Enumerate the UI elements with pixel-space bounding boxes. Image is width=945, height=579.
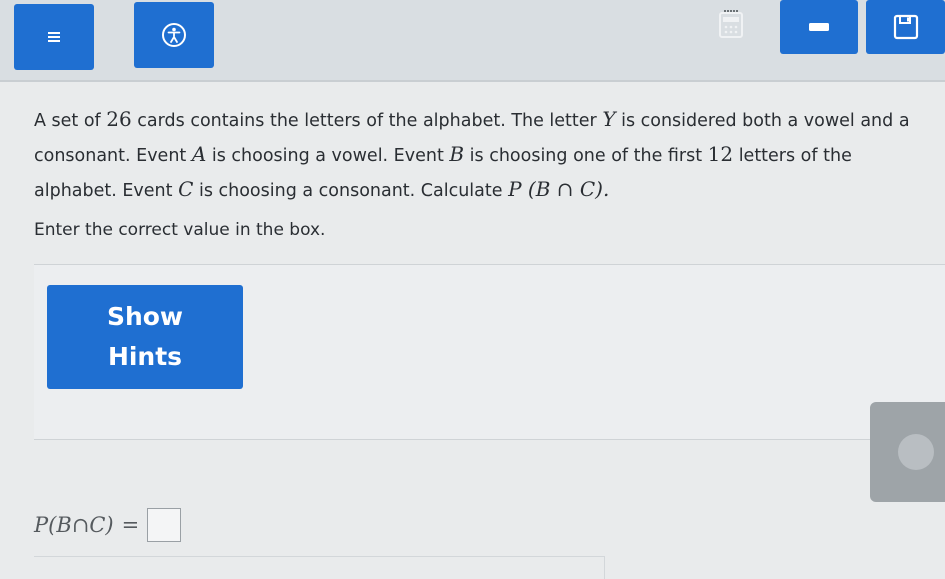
hamburger-menu-icon xyxy=(48,32,60,42)
question-text-segment: cards contains the letters of the alphab… xyxy=(131,111,603,131)
number-26: 26 xyxy=(106,107,132,131)
accessibility-button[interactable] xyxy=(134,2,214,68)
calculator-icon xyxy=(719,10,743,38)
question-text-segment: is choosing one of the first xyxy=(464,146,708,166)
show-hints-button[interactable]: Show Hints xyxy=(47,285,243,389)
equals-sign: = xyxy=(121,513,140,537)
question-text-segment: A set of xyxy=(34,111,107,131)
answer-row: P(B∩C) = xyxy=(34,508,182,542)
answer-input[interactable] xyxy=(147,508,182,542)
show-hints-label-line1: Show xyxy=(106,302,184,331)
bottom-divider xyxy=(34,556,605,579)
side-panel-handle[interactable] xyxy=(870,402,945,502)
variable-y: Y xyxy=(602,107,616,131)
question-text-segment: is choosing a consonant. Calculate xyxy=(193,181,509,201)
event-a: A xyxy=(191,142,207,166)
number-12: 12 xyxy=(707,142,734,166)
accessibility-icon xyxy=(162,23,186,47)
minimize-icon xyxy=(809,23,829,31)
event-c: C xyxy=(178,177,194,201)
save-icon xyxy=(893,14,918,40)
handle-knob-icon xyxy=(898,434,934,470)
minimize-button[interactable] xyxy=(780,0,858,54)
save-button[interactable] xyxy=(866,0,945,54)
event-b: B xyxy=(449,142,465,166)
calculator-button[interactable] xyxy=(690,0,772,48)
instruction-text: Enter the correct value in the box. xyxy=(34,220,326,240)
show-hints-label-line2: Hints xyxy=(107,342,183,371)
top-toolbar xyxy=(0,0,945,82)
question-text-segment: is choosing a vowel. Event xyxy=(206,146,450,166)
menu-button[interactable] xyxy=(14,4,94,70)
probability-expression: P (B ∩ C). xyxy=(508,177,610,201)
answer-expression: P(B∩C) xyxy=(34,513,114,537)
question-text: A set of 26 cards contains the letters o… xyxy=(34,103,924,208)
